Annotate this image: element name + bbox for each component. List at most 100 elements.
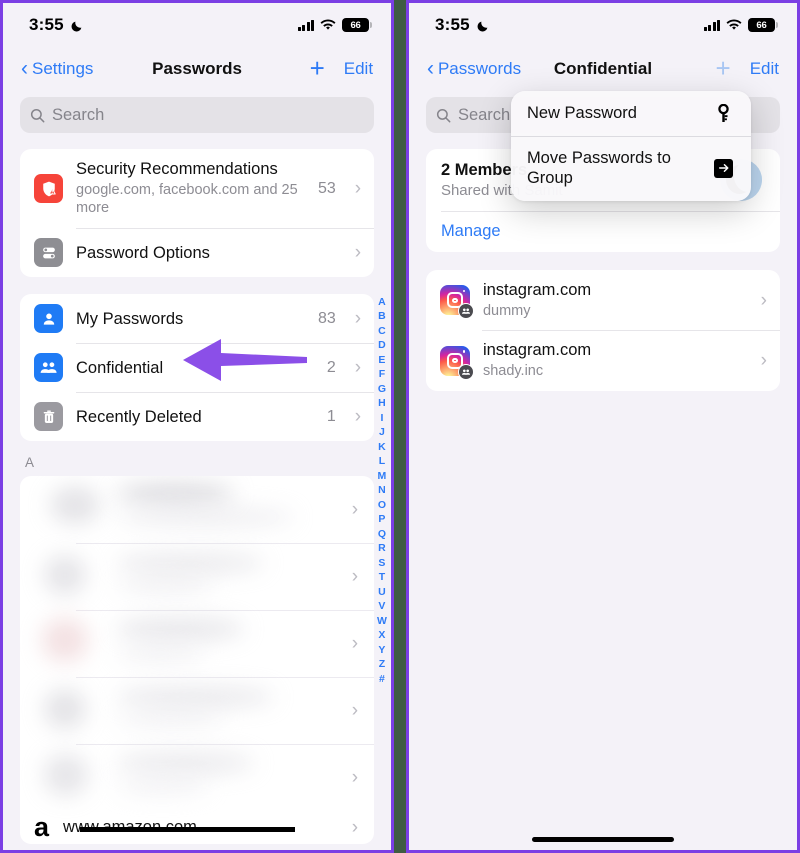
add-password-button[interactable]: + <box>310 55 325 81</box>
edit-button[interactable]: Edit <box>344 59 373 79</box>
cellular-bars-icon <box>297 19 315 31</box>
right-nav-bar: ‹ Passwords Confidential + Edit <box>409 47 797 91</box>
alpha-letter[interactable]: U <box>378 585 386 599</box>
cellular-bars-icon <box>703 19 720 31</box>
single-person-icon <box>34 304 63 334</box>
alpha-letter[interactable]: K <box>378 440 386 454</box>
amazon-letter-icon: a <box>34 812 50 843</box>
alpha-letter[interactable]: A <box>378 295 386 309</box>
alpha-letter[interactable]: W <box>377 614 387 628</box>
row-amazon[interactable]: a www.amazon.com › <box>20 811 374 843</box>
crescent-moon-icon <box>71 19 84 32</box>
alpha-letter[interactable]: G <box>378 382 386 396</box>
alpha-letter[interactable]: Q <box>378 527 386 541</box>
key-icon <box>713 103 735 123</box>
alpha-letter[interactable]: O <box>378 498 386 512</box>
alpha-letter[interactable]: P <box>378 512 385 526</box>
row-count: 1 <box>326 407 336 425</box>
entry-title: instagram.com <box>482 341 592 360</box>
back-button-passwords[interactable]: ‹ Passwords <box>427 58 522 79</box>
alpha-letter[interactable]: N <box>378 483 386 497</box>
alpha-letter[interactable]: # <box>379 672 385 686</box>
alpha-letter[interactable]: C <box>378 324 386 338</box>
alpha-letter[interactable]: E <box>378 353 385 367</box>
alpha-letter[interactable]: M <box>378 469 387 483</box>
arrow-right-box-icon <box>713 158 735 178</box>
purple-pointer-arrow <box>179 335 309 390</box>
status-right: 66 <box>703 18 778 32</box>
chevron-right-icon: › <box>354 178 362 200</box>
blurred-list-item[interactable]: › <box>20 610 375 677</box>
instagram-tiny-dot <box>462 289 466 293</box>
entry-texts: instagram.com shady.inc <box>483 340 748 380</box>
alpha-letter[interactable]: T <box>379 570 386 584</box>
menu-item-new-password[interactable]: New Password <box>511 91 751 136</box>
status-left: 3:55 <box>29 15 84 35</box>
context-menu: New Password Move Passwords to Group <box>510 91 751 201</box>
alpha-letter[interactable]: Z <box>379 657 386 671</box>
alpha-letter[interactable]: F <box>379 367 386 381</box>
trash-icon <box>34 402 63 432</box>
security-shield-warning-icon <box>34 174 63 204</box>
status-time: 3:55 <box>434 15 470 34</box>
wifi-icon <box>726 19 742 31</box>
instagram-tiny-dot <box>462 350 466 353</box>
two-people-icon <box>34 353 63 383</box>
alpha-letter[interactable]: D <box>378 338 386 352</box>
left-nav-actions: + Edit <box>310 55 373 81</box>
back-button-settings[interactable]: ‹ Settings <box>21 58 93 79</box>
deleted-texts: Recently Deleted <box>76 407 314 428</box>
instagram-icon <box>439 285 474 320</box>
status-time: 3:55 <box>29 15 64 34</box>
back-label: Passwords <box>437 59 522 78</box>
section-header-a: A <box>25 455 35 471</box>
row-password-options[interactable]: Password Options › <box>20 228 375 277</box>
security-texts: Security Recommendations google.com, fac… <box>76 159 305 218</box>
password-options-sliders-icon <box>34 238 63 268</box>
arrow-box <box>714 158 734 178</box>
blurred-list-item[interactable]: › <box>20 543 375 610</box>
row-title: Security Recommendations <box>76 160 278 178</box>
chevron-right-icon: › <box>351 633 359 655</box>
manage-link[interactable]: Manage <box>441 222 501 240</box>
left-nav-bar: ‹ Settings Passwords + Edit <box>3 47 391 91</box>
chevron-right-icon: › <box>351 499 359 521</box>
search-input[interactable]: Search <box>20 97 375 133</box>
menu-item-label: New Password <box>526 104 637 122</box>
chevron-right-icon: › <box>351 767 359 789</box>
instagram-dot <box>452 297 458 303</box>
row-recently-deleted[interactable]: Recently Deleted 1 › <box>20 392 375 441</box>
status-left: 3:55 <box>435 15 490 35</box>
home-indicator <box>531 837 674 842</box>
alpha-letter[interactable]: H <box>378 396 386 410</box>
alpha-letter[interactable]: J <box>379 425 385 439</box>
alpha-letter[interactable]: S <box>378 556 385 570</box>
left-search-wrap: Search <box>3 91 391 133</box>
blurred-list-item[interactable]: › <box>20 744 375 811</box>
alpha-letter[interactable]: B <box>378 309 386 323</box>
manage-row[interactable]: Manage <box>426 211 780 252</box>
mypw-texts: My Passwords <box>76 309 305 330</box>
row-count: 83 <box>317 309 336 327</box>
blurred-list-item[interactable]: › <box>20 677 375 744</box>
row-instagram-shady[interactable]: instagram.com shady.inc › <box>426 330 780 390</box>
alpha-letter[interactable]: X <box>378 628 385 642</box>
edit-button[interactable]: Edit <box>750 59 779 79</box>
row-security-recommendations[interactable]: Security Recommendations google.com, fac… <box>20 149 374 228</box>
shared-group-badge <box>457 363 474 380</box>
row-title: Recently Deleted <box>76 407 202 426</box>
menu-item-move-passwords-to-group[interactable]: Move Passwords to Group <box>510 135 751 201</box>
blurred-list-item[interactable]: › <box>20 476 374 543</box>
chevron-right-icon: › <box>351 816 359 838</box>
alphabet-index[interactable]: A B C D E F G H I J K L M N O P Q R S T … <box>377 295 387 686</box>
alpha-letter[interactable]: Y <box>378 643 385 657</box>
blurred-password-list: › › › › › a › <box>20 476 375 844</box>
entry-texts: instagram.com dummy <box>483 280 748 320</box>
alpha-letter[interactable]: R <box>378 541 386 555</box>
battery-indicator: 66 <box>748 18 778 32</box>
alpha-letter[interactable]: V <box>378 599 385 613</box>
alpha-letter[interactable]: I <box>380 411 383 425</box>
row-instagram-dummy[interactable]: instagram.com dummy › <box>426 270 780 330</box>
add-password-button[interactable]: + <box>716 55 731 81</box>
alpha-letter[interactable]: L <box>379 454 386 468</box>
